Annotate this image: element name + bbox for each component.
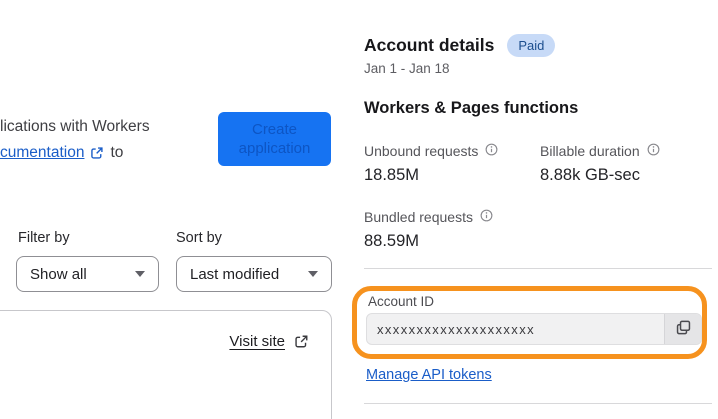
billing-date-range: Jan 1 - Jan 18	[364, 61, 450, 76]
intro-line2: cumentation to	[0, 140, 150, 166]
stat-billable-duration: Billable duration 8.88k GB-sec	[540, 143, 660, 185]
paid-status-badge: Paid	[507, 34, 556, 57]
sort-dropdown-value: Last modified	[190, 265, 280, 283]
intro-line1: lications with Workers	[0, 118, 150, 135]
workers-pages-dashboard: lications with Workers cumentation to Cr…	[0, 0, 718, 419]
project-card: Visit site	[0, 310, 332, 419]
documentation-link[interactable]: cumentation	[0, 140, 84, 166]
intro-text: lications with Workers cumentation to	[0, 114, 150, 166]
info-icon[interactable]	[647, 143, 660, 159]
external-link-icon	[90, 146, 104, 160]
account-id-field-group	[366, 313, 702, 345]
account-id-label: Account ID	[368, 294, 435, 309]
info-icon[interactable]	[485, 143, 498, 159]
stat-value: 18.85M	[364, 166, 420, 184]
stat-value: 88.59M	[364, 232, 420, 250]
account-details-title: Account details	[364, 35, 495, 55]
visit-site-label: Visit site	[229, 333, 285, 350]
stat-unbound-requests: Unbound requests 18.85M	[364, 143, 498, 185]
intro-suffix: to	[110, 144, 124, 161]
divider	[364, 403, 712, 404]
account-id-input[interactable]	[367, 314, 664, 344]
filter-dropdown[interactable]: Show all	[16, 256, 159, 292]
sort-dropdown[interactable]: Last modified	[176, 256, 332, 292]
stat-label: Unbound requests	[364, 143, 479, 159]
stat-bundled-requests: Bundled requests 88.59M	[364, 209, 493, 251]
external-link-icon	[294, 334, 309, 349]
sort-by-label: Sort by	[176, 230, 222, 246]
stat-label: Bundled requests	[364, 209, 473, 225]
copy-icon	[675, 319, 692, 339]
account-details-header: Account details Paid	[364, 34, 556, 57]
filter-dropdown-value: Show all	[30, 265, 87, 283]
functions-section-title: Workers & Pages functions	[364, 99, 579, 117]
copy-account-id-button[interactable]	[664, 314, 701, 344]
filter-by-label: Filter by	[18, 230, 70, 246]
visit-site-link[interactable]: Visit site	[229, 333, 309, 350]
create-application-button[interactable]: Create application	[218, 112, 331, 166]
info-icon[interactable]	[480, 209, 493, 225]
stat-label: Billable duration	[540, 143, 640, 159]
divider	[364, 268, 712, 269]
chevron-down-icon	[308, 271, 318, 277]
chevron-down-icon	[135, 271, 145, 277]
stat-value: 8.88k GB-sec	[540, 166, 640, 184]
manage-api-tokens-link[interactable]: Manage API tokens	[366, 367, 492, 383]
